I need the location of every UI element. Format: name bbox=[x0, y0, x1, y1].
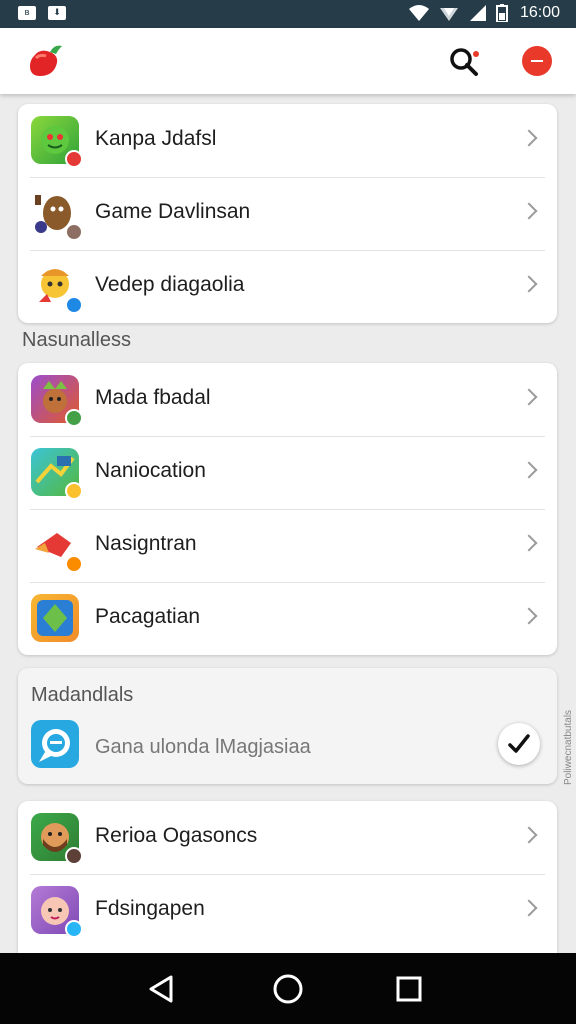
app-list-card-3: Rerioa Ogasoncs Fdsingapen bbox=[18, 801, 557, 953]
blue-chat-app-icon bbox=[31, 720, 79, 768]
side-vertical-text: Poliwecnatbutals bbox=[563, 709, 574, 785]
list-item-label: Nasigntran bbox=[95, 532, 197, 555]
back-triangle-icon[interactable] bbox=[143, 971, 179, 1007]
list-item-label: Naniocation bbox=[95, 459, 206, 482]
notification-icon: ʙ bbox=[18, 6, 36, 20]
list-item[interactable]: Naniocation bbox=[18, 436, 557, 509]
wifi-icon bbox=[408, 5, 429, 21]
green-game-app-icon bbox=[31, 448, 83, 500]
list-item-label: Vedep diagaolia bbox=[95, 273, 245, 296]
chevron-right-icon bbox=[520, 388, 538, 406]
status-bar: ʙ ⬇ 16:00 bbox=[0, 0, 576, 28]
bearded-character-app-icon bbox=[31, 813, 83, 865]
purple-character-app-icon bbox=[31, 375, 83, 427]
status-time: 16:00 bbox=[519, 4, 560, 21]
red-shoe-app-icon bbox=[31, 521, 83, 573]
selected-app-card[interactable]: Madandlals Gana ulonda lMagjasiaa bbox=[18, 668, 557, 784]
list-item[interactable]: Game Davlinsan bbox=[18, 177, 557, 250]
list-item-label: Game Davlinsan bbox=[95, 200, 251, 223]
pink-baby-app-icon bbox=[31, 886, 83, 938]
card-title: Madandlals bbox=[31, 684, 134, 706]
list-item[interactable]: Pacagatian bbox=[18, 582, 557, 655]
list-item[interactable]: Vedep diagaolia bbox=[18, 250, 557, 323]
chevron-right-icon bbox=[520, 202, 538, 220]
signal-icon bbox=[439, 8, 458, 21]
list-item-label: Fdsingapen bbox=[95, 897, 205, 920]
app-bar bbox=[0, 28, 576, 94]
list-item-label: Pacagatian bbox=[95, 605, 201, 628]
chevron-right-icon bbox=[520, 275, 538, 293]
list-item[interactable]: Kanpa Jdafsl bbox=[18, 104, 557, 177]
search-icon[interactable] bbox=[446, 44, 482, 80]
app-list-card-2: Mada fbadal Naniocation Nasigntran Pacag… bbox=[18, 363, 557, 655]
list-item[interactable]: Nasigntran bbox=[18, 509, 557, 582]
cell-signal-icon bbox=[469, 5, 486, 21]
recents-square-icon[interactable] bbox=[391, 971, 427, 1007]
list-item[interactable]: Mada fbadal bbox=[18, 363, 557, 436]
chevron-right-icon bbox=[520, 129, 538, 147]
check-button[interactable] bbox=[498, 723, 540, 765]
checkmark-icon bbox=[508, 734, 530, 753]
orange-leaf-app-icon bbox=[31, 594, 79, 642]
green-face-app-icon bbox=[31, 116, 83, 168]
home-circle-icon[interactable] bbox=[270, 971, 306, 1007]
list-item[interactable]: Rerioa Ogasoncs bbox=[18, 801, 557, 874]
chevron-right-icon bbox=[520, 607, 538, 625]
list-item-label: Mada fbadal bbox=[95, 386, 211, 409]
list-item-label: Rerioa Ogasoncs bbox=[95, 824, 258, 847]
yellow-character-app-icon bbox=[31, 262, 83, 314]
battery-icon bbox=[495, 4, 508, 22]
section-title: Nasunalless bbox=[22, 329, 131, 351]
selected-item-label: Gana ulonda lMagjasiaa bbox=[95, 736, 311, 758]
brown-character-app-icon bbox=[31, 189, 83, 241]
chili-pepper-logo[interactable] bbox=[26, 42, 66, 80]
download-icon: ⬇ bbox=[48, 6, 66, 20]
app-list-card-1: Kanpa Jdafsl Game Davlinsan Vedep diagao… bbox=[18, 104, 557, 323]
chevron-right-icon bbox=[520, 461, 538, 479]
list-item-label: Kanpa Jdafsl bbox=[95, 127, 217, 150]
chevron-right-icon bbox=[520, 899, 538, 917]
navigation-bar bbox=[0, 953, 576, 1024]
add-button[interactable] bbox=[522, 46, 552, 76]
chevron-right-icon bbox=[520, 534, 538, 552]
list-item[interactable]: Fdsingapen bbox=[18, 874, 557, 947]
chevron-right-icon bbox=[520, 826, 538, 844]
